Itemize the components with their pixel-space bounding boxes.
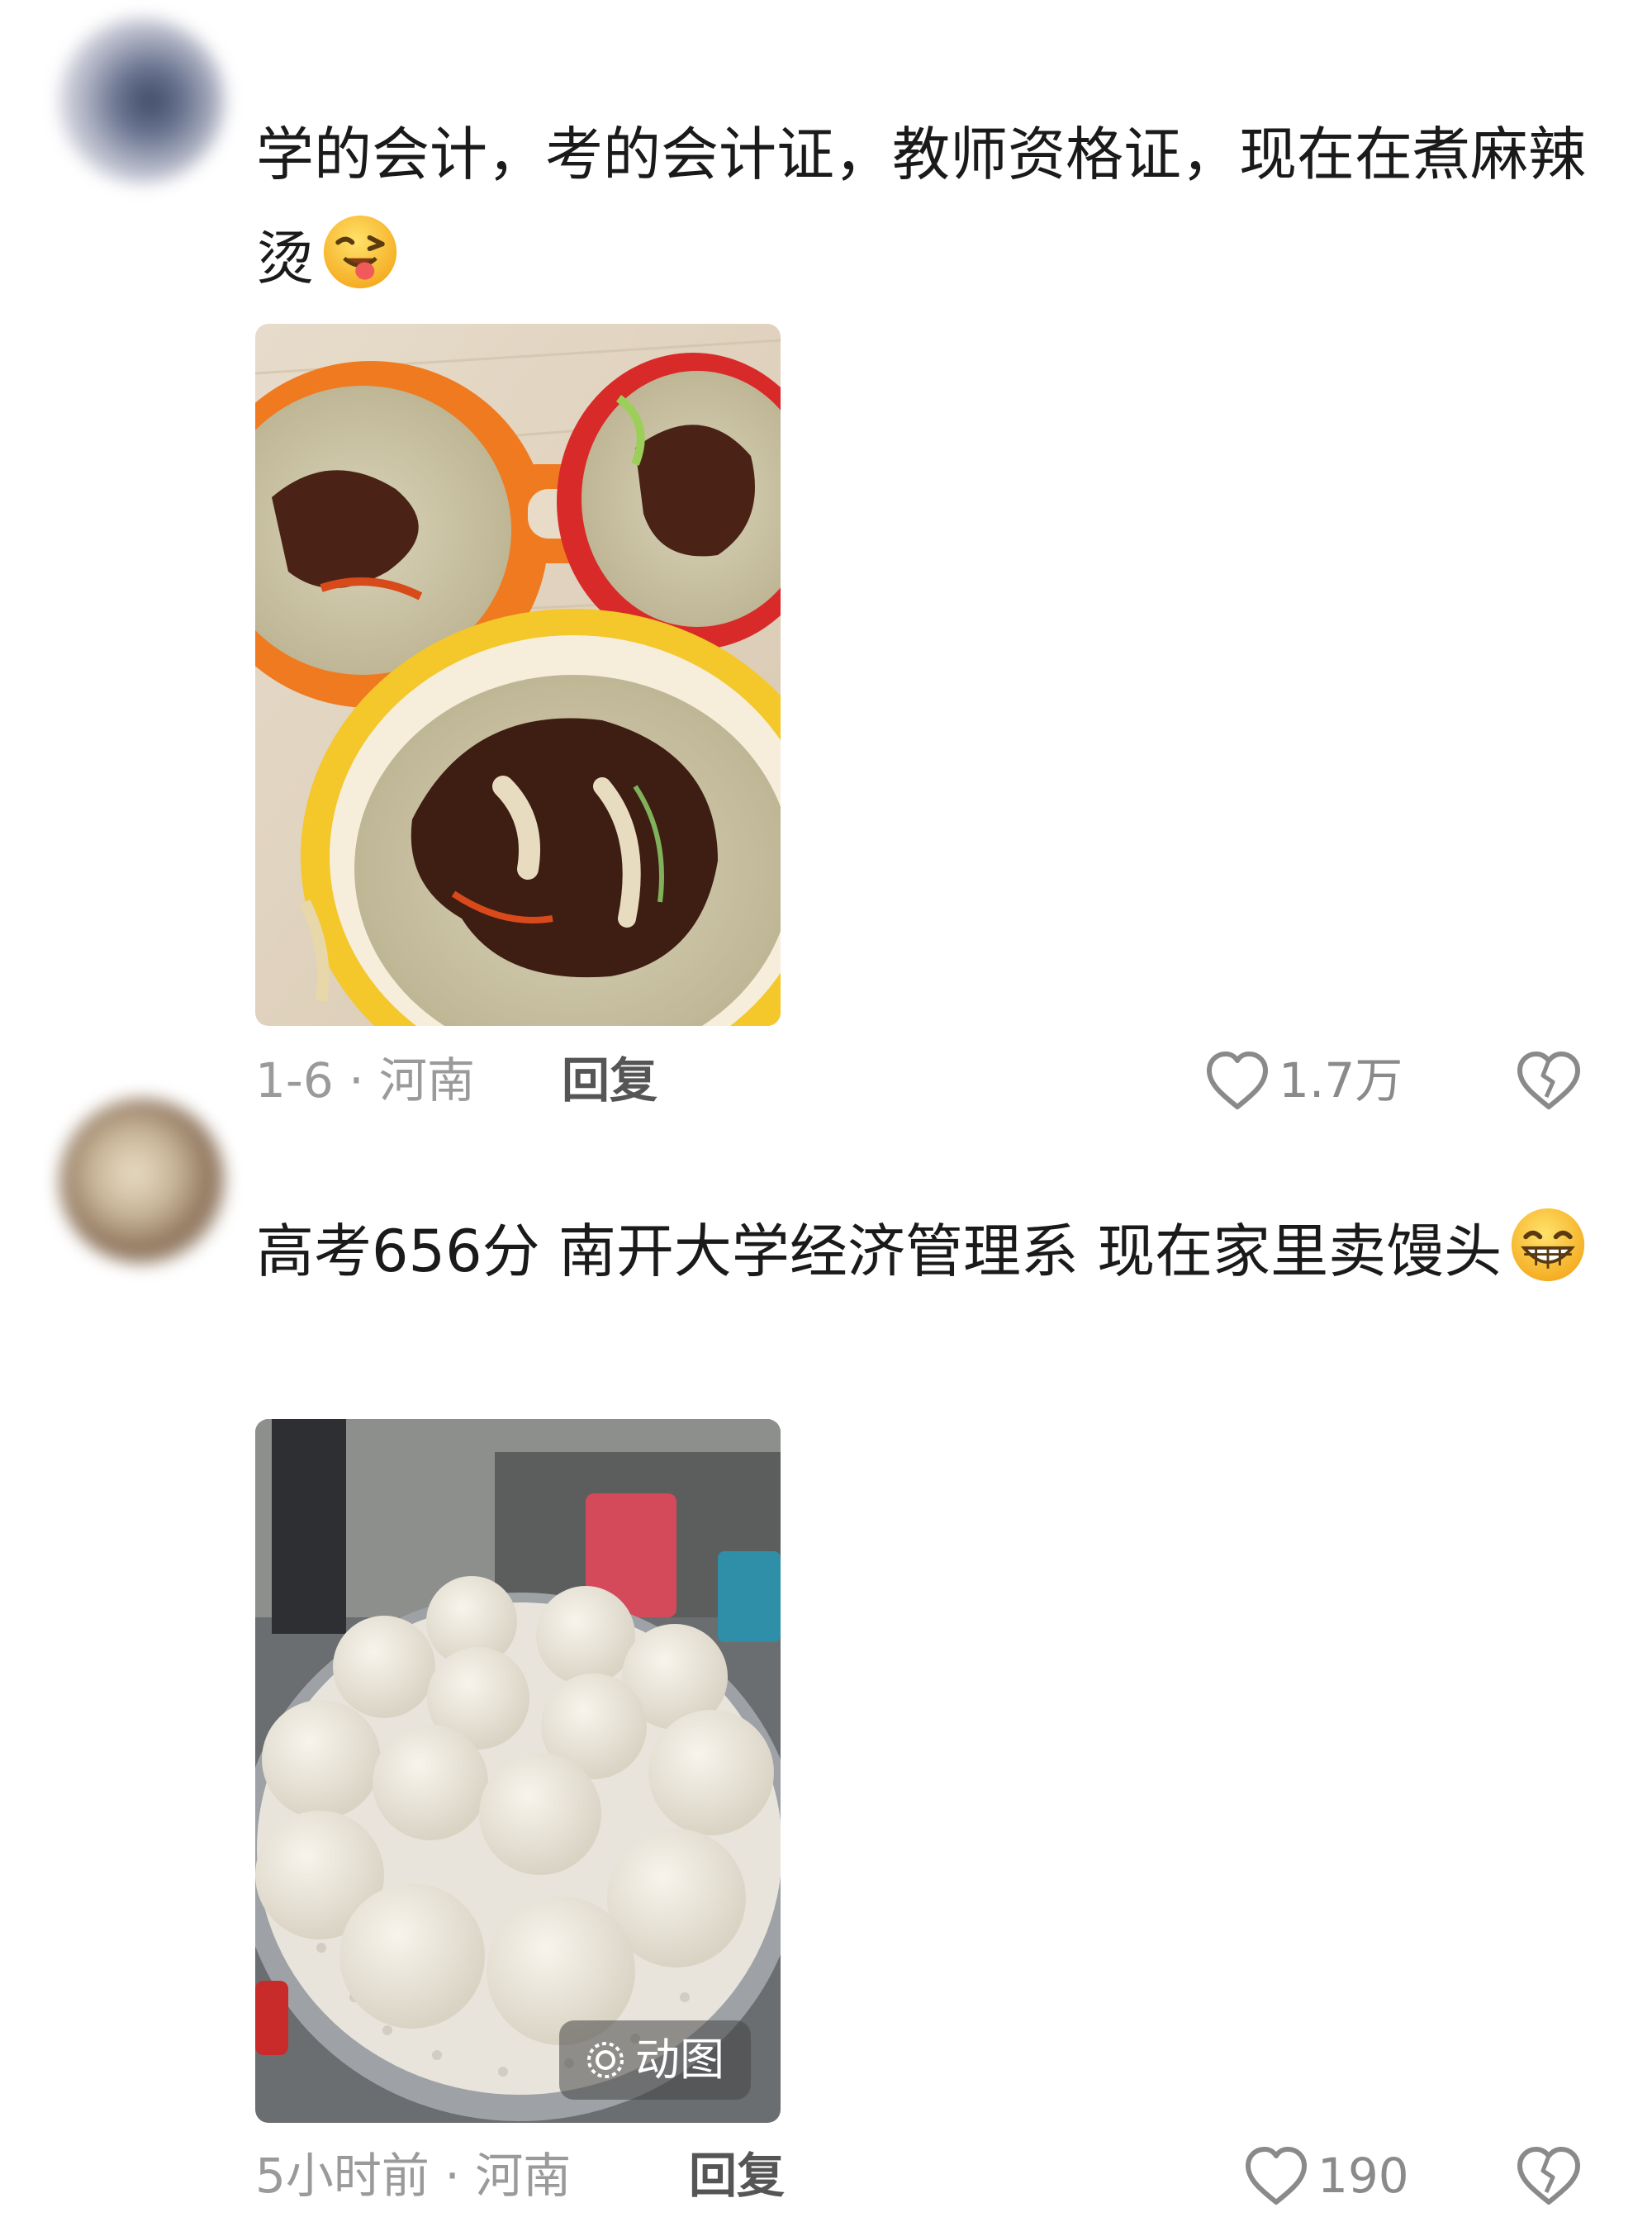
comment-item: 高考656分 南开大学经济管理系 现在家里卖馒头 动图 5小时前 · 河南 回复…: [0, 0, 1652, 2205]
dislike-button[interactable]: [1513, 2134, 1584, 2217]
gif-label: 动图: [635, 2034, 724, 2086]
like-count: 190: [1317, 2148, 1409, 2204]
comment-meta: 5小时前 · 河南: [255, 2148, 572, 2204]
comment-body: 高考656分 南开大学经济管理系 现在家里卖馒头: [256, 1218, 1502, 1285]
comment-text: 高考656分 南开大学经济管理系 现在家里卖馒头: [256, 1199, 1611, 1303]
reply-button[interactable]: 回复: [689, 2134, 785, 2217]
steamed-buns-photo[interactable]: 动图: [255, 1419, 781, 2123]
avatar[interactable]: [59, 1099, 225, 1264]
grinning-emoji-icon: [1511, 1208, 1585, 1282]
gif-badge: 动图: [559, 2020, 751, 2100]
like-button[interactable]: 190: [1243, 2134, 1409, 2217]
broken-heart-icon: [1517, 2147, 1580, 2205]
heart-icon: [1246, 2147, 1307, 2205]
gif-icon: [587, 2042, 624, 2078]
